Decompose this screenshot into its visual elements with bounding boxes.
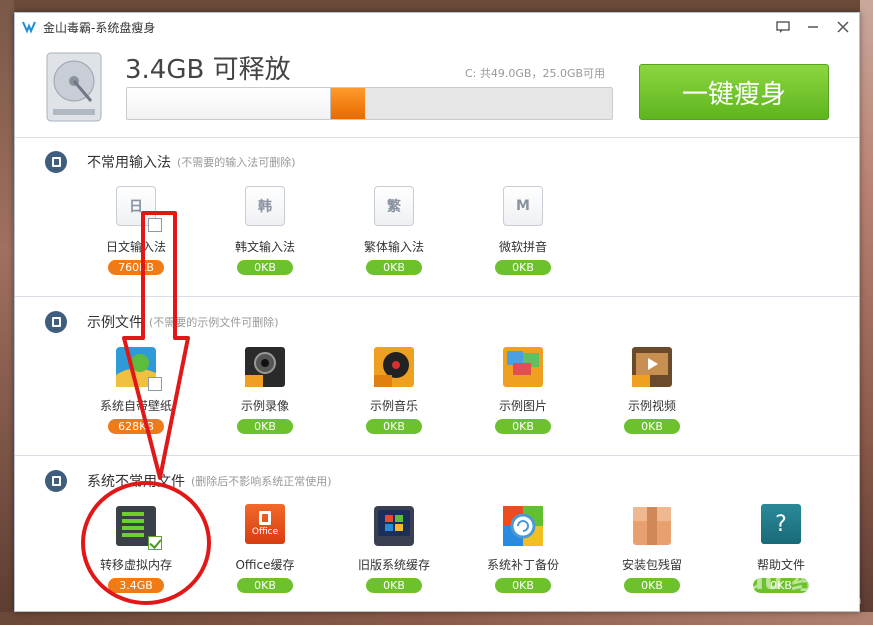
releasable-size: 3.4GB 可释放 [125,55,291,85]
disk-releasable-segment [330,88,365,119]
app-window: 金山毒霸-系统盘瘦身 3.4GB 可释放 C: 共49.0GB，25.0GB可用… [14,12,860,612]
office-icon: Office [243,504,287,548]
desktop-background-left [0,0,14,625]
size-badge: 0KB [237,419,293,434]
section-header-samples: 示例文件 (不需要的示例文件可删除) [45,310,279,334]
video-recording-icon [245,347,285,387]
divider [15,296,859,297]
size-badge: 3.4GB [108,578,164,593]
korean-ime-icon: 韩 [245,186,285,226]
video-icon [632,347,672,387]
item-old-system-cache[interactable]: 旧版系统缓存 0KB [339,504,449,593]
japanese-ime-checkbox[interactable] [148,218,162,232]
item-label: 示例录像 [240,399,289,413]
hard-disk-icon [46,52,102,122]
item-label: 转移虚拟内存 [99,558,172,572]
music-icon [374,347,414,387]
item-label: 韩文输入法 [234,240,295,254]
item-label: 系统自带壁纸 [99,399,172,413]
section-title: 不常用输入法 [87,155,171,171]
size-badge: 0KB [624,419,680,434]
divider [15,137,859,138]
virtual-memory-checkbox[interactable] [148,536,162,550]
disk-info: C: 共49.0GB，25.0GB可用 [465,67,606,80]
item-label: Office缓存 [235,558,295,572]
size-badge: 0KB [495,419,551,434]
size-badge: 0KB [495,578,551,593]
size-badge: 0KB [366,419,422,434]
item-sample-pictures[interactable]: 示例图片 0KB [468,345,578,434]
disk-usage-bar [126,87,613,120]
item-system-wallpaper[interactable]: 系统自带壁纸 628KB [81,345,191,434]
item-label: 旧版系统缓存 [357,558,430,572]
item-label: 示例音乐 [369,399,418,413]
section-subtitle: (不需要的示例文件可删除) [149,316,279,329]
feedback-icon[interactable] [773,17,793,37]
window-title: 金山毒霸-系统盘瘦身 [43,21,156,35]
item-label: 日文输入法 [105,240,166,254]
minimize-button[interactable] [803,17,823,37]
item-sample-video[interactable]: 示例视频 0KB [597,345,707,434]
pictures-icon [503,347,543,387]
section-title: 示例文件 [87,315,143,331]
baidu-watermark-url: jingyan.baidu.com [760,594,862,607]
item-microsoft-pinyin[interactable]: M 微软拼音 0KB [468,186,578,275]
divider [15,455,859,456]
item-japanese-ime[interactable]: 日 日文输入法 760KB [81,186,191,275]
desktop-background-bottom [0,612,873,625]
close-button[interactable] [833,17,853,37]
item-label: 示例视频 [627,399,676,413]
patch-backup-icon [503,506,543,546]
size-badge: 760KB [108,260,164,275]
one-click-slim-button[interactable]: 一键瘦身 [639,64,829,120]
size-badge: 0KB [237,578,293,593]
item-sample-music[interactable]: 示例音乐 0KB [339,345,449,434]
ime-section-icon [45,151,67,173]
section-header-ime: 不常用输入法 (不需要的输入法可删除) [45,150,296,174]
size-badge: 0KB [237,260,293,275]
disk-used-segment [127,88,331,119]
item-label: 系统补丁备份 [486,558,559,572]
kingsoft-logo-icon [22,21,36,34]
windows-icon [374,506,414,546]
help-glyph: ? [761,504,801,544]
size-badge: 0KB [624,578,680,593]
size-badge: 0KB [366,578,422,593]
item-office-cache[interactable]: Office Office缓存 0KB [210,504,320,593]
baidu-watermark: Bai du 经验 [690,566,844,596]
microsoft-pinyin-icon: M [503,186,543,226]
item-patch-backup[interactable]: 系统补丁备份 0KB [468,504,578,593]
help-icon: ? [759,504,803,548]
item-move-virtual-memory[interactable]: 转移虚拟内存 3.4GB [81,504,191,593]
section-subtitle: (删除后不影响系统正常使用) [191,475,332,488]
size-badge: 0KB [366,260,422,275]
size-badge: 628KB [108,419,164,434]
system-files-section-icon [45,470,67,492]
desktop-background-right [860,0,873,625]
title-bar: 金山毒霸-系统盘瘦身 [15,13,859,41]
section-header-system-files: 系统不常用文件 (删除后不影响系统正常使用) [45,469,332,493]
item-korean-ime[interactable]: 韩 韩文输入法 0KB [210,186,320,275]
item-label: 微软拼音 [498,240,547,254]
item-sample-recording[interactable]: 示例录像 0KB [210,345,320,434]
item-traditional-ime[interactable]: 繁 繁体输入法 0KB [339,186,449,275]
office-text: Office [251,527,279,537]
wallpaper-checkbox[interactable] [148,377,162,391]
package-icon [633,507,671,545]
section-subtitle: (不需要的输入法可删除) [177,156,296,169]
traditional-ime-icon: 繁 [374,186,414,226]
samples-section-icon [45,311,67,333]
item-label: 繁体输入法 [363,240,424,254]
item-label: 示例图片 [498,399,547,413]
size-badge: 0KB [495,260,551,275]
section-title: 系统不常用文件 [87,474,185,490]
